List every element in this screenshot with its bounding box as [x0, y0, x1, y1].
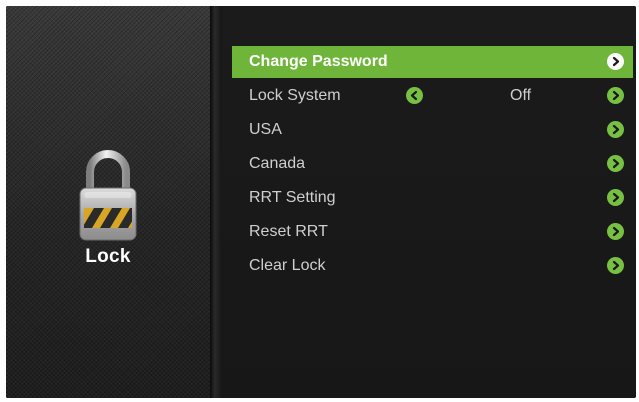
- menu-item-rrt-setting[interactable]: RRT Setting: [232, 182, 633, 214]
- menu-item-lock-system[interactable]: Lock System Off: [232, 80, 633, 112]
- menu-item-label: Canada: [249, 155, 306, 172]
- menu-item-label: USA: [249, 121, 282, 138]
- padlock-icon: [79, 150, 137, 241]
- menu-item-clear-lock[interactable]: Clear Lock: [232, 250, 633, 282]
- menu-item-label: Clear Lock: [249, 257, 326, 274]
- chevron-right-icon[interactable]: [607, 223, 624, 240]
- menu-item-usa[interactable]: USA: [232, 114, 633, 146]
- chevron-right-icon[interactable]: [607, 121, 624, 138]
- menu-item-label: Change Password: [249, 53, 388, 70]
- menu-item-label: Reset RRT: [249, 223, 328, 240]
- chevron-right-icon[interactable]: [607, 87, 624, 104]
- chevron-right-icon[interactable]: [607, 155, 624, 172]
- chevron-left-icon[interactable]: [406, 87, 423, 104]
- menu-list: Change Password Lock System Off USA Cana…: [222, 6, 636, 398]
- menu-item-reset-rrt[interactable]: Reset RRT: [232, 216, 633, 248]
- chevron-right-icon[interactable]: [607, 189, 624, 206]
- category-title: Lock: [85, 246, 131, 267]
- chevron-right-icon[interactable]: [607, 257, 624, 274]
- category-panel: Lock: [6, 6, 210, 398]
- menu-item-change-password[interactable]: Change Password: [232, 46, 633, 78]
- menu-item-canada[interactable]: Canada: [232, 148, 633, 180]
- tv-menu-screen: Lock Change Password Lock System Off USA: [6, 6, 636, 398]
- menu-item-label: RRT Setting: [249, 189, 336, 206]
- chevron-right-icon[interactable]: [607, 53, 624, 70]
- panel-divider: [210, 6, 222, 398]
- lock-system-value: Off: [510, 87, 532, 104]
- menu-item-label: Lock System: [249, 87, 341, 104]
